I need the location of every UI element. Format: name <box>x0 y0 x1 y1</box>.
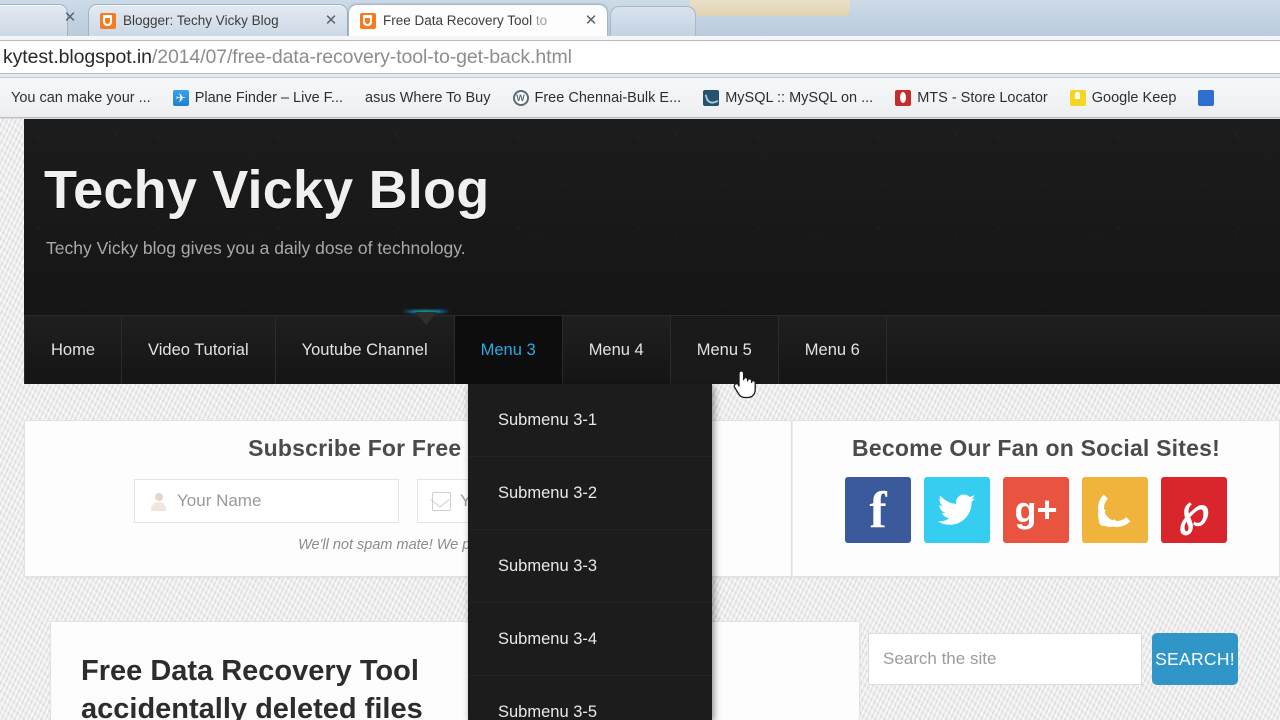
tab-close-icon[interactable]: ✕ <box>583 13 599 29</box>
plane-icon <box>172 89 189 106</box>
search-button[interactable]: SEARCH! <box>1152 633 1238 685</box>
bookmark-label: You can make your ... <box>11 89 151 106</box>
tab-strip: ✕ Blogger: Techy Vicky Blog ✕ Free Data … <box>0 0 1280 36</box>
submenu-item-3-5[interactable]: Submenu 3-5 <box>468 676 712 720</box>
bookmark-item[interactable]: MTS - Store Locator <box>884 85 1059 111</box>
bookmark-label: Google Keep <box>1091 89 1177 106</box>
toolbar: kytest.blogspot.in/2014/07/free-data-rec… <box>0 36 1280 78</box>
name-field[interactable]: Your Name <box>134 479 399 523</box>
new-tab-button[interactable] <box>610 6 696 36</box>
bookmark-label: Free Chennai-Bulk E... <box>534 89 682 106</box>
tab-close-icon[interactable]: ✕ <box>62 10 78 26</box>
mysql-icon <box>703 89 720 106</box>
submenu-item-3-3[interactable]: Submenu 3-3 <box>468 530 712 603</box>
chevron-down-icon <box>402 308 450 330</box>
bookmark-item[interactable]: You can make your ... <box>0 85 162 111</box>
blogger-icon <box>360 12 376 29</box>
bookmark-label: Plane Finder – Live F... <box>194 89 344 106</box>
twitter-icon[interactable] <box>924 477 990 543</box>
bookmark-item[interactable]: Google Keep <box>1059 85 1188 111</box>
submenu-item-3-4[interactable]: Submenu 3-4 <box>468 603 712 676</box>
bookmark-item[interactable]: MySQL :: MySQL on ... <box>692 85 884 111</box>
rss-icon[interactable] <box>1082 477 1148 543</box>
search-input[interactable]: Search the site <box>868 633 1143 685</box>
search-placeholder: Search the site <box>883 649 997 668</box>
facebook-icon[interactable]: f <box>845 477 911 543</box>
mouse-cursor <box>733 370 756 399</box>
browser-tab-2-active[interactable]: Free Data Recovery Tool to ✕ <box>348 4 608 36</box>
wordpress-icon <box>512 89 529 106</box>
browser-window: ✕ Blogger: Techy Vicky Blog ✕ Free Data … <box>0 0 1280 720</box>
bookmark-label: MTS - Store Locator <box>917 89 1048 106</box>
social-heading: Become Our Fan on Social Sites! <box>852 435 1220 461</box>
background-window-edge <box>690 0 850 16</box>
googleplus-icon[interactable]: g+ <box>1003 477 1069 543</box>
site-search: Search the site SEARCH! <box>868 633 1238 685</box>
main-navigation: Home Video Tutorial Youtube Channel Menu… <box>24 310 1280 384</box>
site-header: Techy Vicky Blog Techy Vicky blog gives … <box>24 119 1280 384</box>
tab-title: Free Data Recovery Tool to <box>383 13 548 28</box>
rss-waves-glyph <box>1095 489 1136 530</box>
url-path: /2014/07/free-data-recovery-tool-to-get-… <box>151 45 572 68</box>
bookmarks-bar: You can make your ... Plane Finder – Liv… <box>0 78 1280 118</box>
site-container: Techy Vicky Blog Techy Vicky blog gives … <box>24 119 1280 720</box>
name-placeholder: Your Name <box>177 491 262 510</box>
nav-item-home[interactable]: Home <box>24 316 123 384</box>
browser-tab-0[interactable] <box>0 4 68 36</box>
submenu-menu-3: Submenu 3-1 Submenu 3-2 Submenu 3-3 Subm… <box>468 384 712 720</box>
bookmark-favicon <box>1198 89 1215 106</box>
nav-item-menu-5[interactable]: Menu 5 <box>670 316 779 384</box>
address-bar[interactable]: kytest.blogspot.in/2014/07/free-data-rec… <box>0 40 1280 74</box>
bookmark-item[interactable]: Free Chennai-Bulk E... <box>502 85 693 111</box>
bookmark-item[interactable]: asus Where To Buy <box>354 85 501 111</box>
bookmark-item[interactable] <box>1187 85 1231 111</box>
social-icon-row: f g+ ℘ <box>793 477 1279 543</box>
tab-title: Blogger: Techy Vicky Blog <box>123 13 279 28</box>
google-keep-icon <box>1069 89 1086 106</box>
bookmark-label: asus Where To Buy <box>365 89 491 106</box>
bookmark-item[interactable]: Plane Finder – Live F... <box>162 85 354 111</box>
article-card: Free Data Recovery Tool accidentally dele… <box>50 621 860 720</box>
nav-item-video-tutorial[interactable]: Video Tutorial <box>122 316 276 384</box>
twitter-bird-glyph <box>937 494 976 525</box>
blogger-icon <box>100 12 116 29</box>
submenu-item-3-2[interactable]: Submenu 3-2 <box>468 457 712 530</box>
nav-item-menu-4[interactable]: Menu 4 <box>563 316 671 384</box>
blog-tagline: Techy Vicky blog gives you a daily dose … <box>46 238 466 258</box>
submenu-item-3-1[interactable]: Submenu 3-1 <box>468 384 712 457</box>
user-icon <box>149 492 168 511</box>
blog-title: Techy Vicky Blog <box>44 160 490 220</box>
social-panel: Become Our Fan on Social Sites! f g+ ℘ <box>792 420 1280 577</box>
nav-item-menu-6[interactable]: Menu 6 <box>779 316 887 384</box>
bookmark-label: MySQL :: MySQL on ... <box>725 89 874 106</box>
envelope-icon <box>432 491 451 511</box>
browser-tab-1[interactable]: Blogger: Techy Vicky Blog ✕ <box>88 4 348 36</box>
tab-close-icon[interactable]: ✕ <box>323 13 339 29</box>
mts-icon <box>895 89 912 106</box>
page-viewport: Techy Vicky Blog Techy Vicky blog gives … <box>0 119 1280 720</box>
url-host: kytest.blogspot.in <box>3 45 152 68</box>
nav-item-menu-3[interactable]: Menu 3 <box>454 316 563 384</box>
tab-title-truncated: to <box>535 13 548 28</box>
pinterest-icon[interactable]: ℘ <box>1161 477 1227 543</box>
